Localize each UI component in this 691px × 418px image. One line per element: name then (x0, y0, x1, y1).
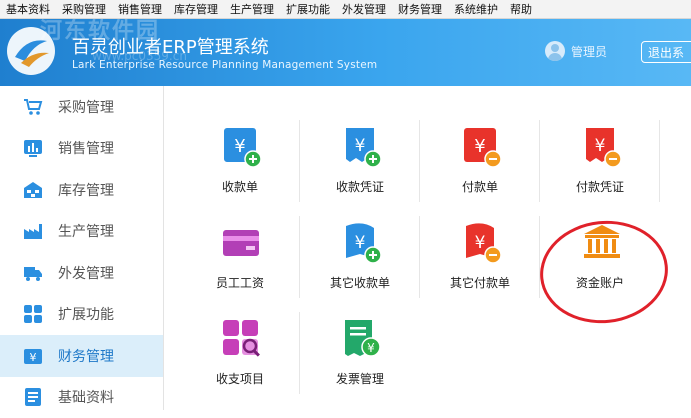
other-payment-icon: ¥ (462, 222, 502, 264)
voucher-add-icon: ¥ (342, 126, 382, 168)
sidebar-item-label: 扩展功能 (58, 304, 114, 324)
cart-icon (23, 97, 43, 117)
tile-income-expense[interactable]: 收支项目 (180, 302, 300, 394)
factory-icon (23, 221, 43, 241)
tile-label: 收款单 (180, 178, 300, 195)
app-header: 河东软件园 www.pc0359.cn 百灵创业者ERP管理系统 Lark En… (0, 19, 691, 86)
tile-payment-voucher[interactable]: ¥ 付款凭证 (540, 110, 660, 202)
tile-salary[interactable]: 员工工资 (180, 206, 300, 298)
sidebar-item-sales[interactable]: 销售管理 (0, 128, 163, 170)
menu-bar: 基本资料 采购管理 销售管理 库存管理 生产管理 扩展功能 外发管理 财务管理 … (0, 0, 691, 19)
tile-label: 发票管理 (300, 370, 420, 387)
tile-label: 付款单 (420, 178, 540, 195)
svg-text:¥: ¥ (475, 233, 486, 253)
tile-receipt-voucher[interactable]: ¥ 收款凭证 (300, 110, 420, 202)
grid-icon (23, 304, 43, 324)
menu-item-outsource[interactable]: 外发管理 (336, 1, 392, 17)
sidebar-item-label: 财务管理 (58, 346, 114, 366)
tile-label: 其它收款单 (300, 274, 420, 291)
sidebar-item-extension[interactable]: 扩展功能 (0, 294, 163, 336)
other-receipt-icon: ¥ (342, 222, 382, 264)
sidebar: 采购管理 销售管理 库存管理 生产管理 外发管理 扩展功能 ¥ 财务管理 (0, 86, 164, 410)
svg-text:¥: ¥ (595, 136, 606, 156)
user-avatar-icon (545, 41, 565, 61)
sidebar-item-production[interactable]: 生产管理 (0, 211, 163, 253)
app-logo (7, 27, 55, 75)
sidebar-item-finance[interactable]: ¥ 财务管理 (0, 335, 163, 377)
sidebar-item-label: 采购管理 (58, 97, 114, 117)
sidebar-item-label: 销售管理 (58, 138, 114, 158)
tile-receipt[interactable]: ¥ 收款单 (180, 110, 300, 202)
menu-item-production[interactable]: 生产管理 (224, 1, 280, 17)
tile-label: 员工工资 (180, 274, 300, 291)
svg-text:¥: ¥ (234, 136, 245, 157)
tile-label: 付款凭证 (540, 178, 660, 195)
income-expense-icon (222, 318, 262, 360)
payment-minus-icon: ¥ (462, 126, 502, 168)
sidebar-item-purchase[interactable]: 采购管理 (0, 86, 163, 128)
menu-item-finance[interactable]: 财务管理 (392, 1, 448, 17)
receipt-add-icon: ¥ (222, 126, 262, 168)
finance-panel: ¥ 收款单 ¥ 收款凭证 ¥ 付款单 (164, 86, 691, 410)
tile-other-receipt[interactable]: ¥ 其它收款单 (300, 206, 420, 298)
user-name: 管理员 (571, 43, 607, 60)
invoice-icon: ¥ (342, 318, 382, 360)
sidebar-item-outsource[interactable]: 外发管理 (0, 252, 163, 294)
menu-item-extension[interactable]: 扩展功能 (280, 1, 336, 17)
tile-other-payment[interactable]: ¥ 其它付款单 (420, 206, 540, 298)
bank-icon (582, 222, 622, 264)
svg-text:¥: ¥ (355, 136, 366, 156)
sidebar-item-label: 外发管理 (58, 263, 114, 283)
tile-label: 收支项目 (180, 370, 300, 387)
chart-icon (23, 138, 43, 158)
app-title: 百灵创业者ERP管理系统 (72, 33, 269, 59)
menu-item-sales[interactable]: 销售管理 (112, 1, 168, 17)
user-info[interactable]: 管理员 (545, 41, 607, 61)
svg-text:¥: ¥ (30, 351, 37, 364)
wallet-icon: ¥ (23, 346, 43, 366)
menu-item-help[interactable]: 帮助 (504, 1, 538, 17)
sidebar-item-label: 生产管理 (58, 221, 114, 241)
sidebar-item-inventory[interactable]: 库存管理 (0, 169, 163, 211)
sidebar-item-basic-data[interactable]: 基础资料 (0, 377, 163, 418)
svg-text:¥: ¥ (367, 341, 375, 355)
menu-item-system[interactable]: 系统维护 (448, 1, 504, 17)
menu-item-inventory[interactable]: 库存管理 (168, 1, 224, 17)
truck-icon (23, 263, 43, 283)
sidebar-item-label: 基础资料 (58, 387, 114, 407)
sidebar-item-label: 库存管理 (58, 180, 114, 200)
payment-voucher-minus-icon: ¥ (582, 126, 622, 168)
tile-label: 收款凭证 (300, 178, 420, 195)
document-icon (23, 387, 43, 407)
tile-label: 资金账户 (540, 274, 660, 291)
svg-text:¥: ¥ (474, 136, 485, 157)
app-subtitle: Lark Enterprise Resource Planning Manage… (72, 59, 377, 71)
menu-item-basic[interactable]: 基本资料 (0, 1, 56, 17)
menu-item-purchase[interactable]: 采购管理 (56, 1, 112, 17)
logout-button[interactable]: 退出系 (641, 41, 691, 63)
tile-payment[interactable]: ¥ 付款单 (420, 110, 540, 202)
tile-invoice[interactable]: ¥ 发票管理 (300, 302, 420, 394)
warehouse-icon (23, 180, 43, 200)
svg-text:¥: ¥ (355, 233, 366, 253)
salary-card-icon (222, 222, 262, 264)
tile-label: 其它付款单 (420, 274, 540, 291)
tile-fund-account[interactable]: 资金账户 (540, 206, 660, 298)
